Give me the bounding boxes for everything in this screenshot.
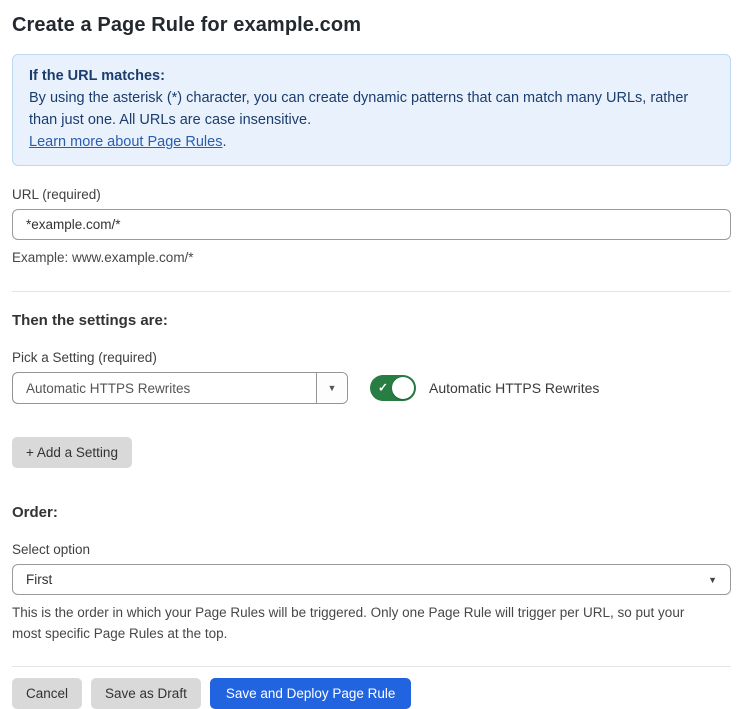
footer-divider — [12, 666, 731, 667]
order-helper-text: This is the order in which your Page Rul… — [12, 605, 685, 641]
setting-select-value: Automatic HTTPS Rewrites — [26, 380, 191, 396]
settings-section-heading: Then the settings are: — [12, 312, 168, 329]
save-as-draft-button[interactable]: Save as Draft — [91, 678, 201, 709]
https-rewrites-toggle[interactable]: ✓ — [370, 375, 416, 401]
info-box-heading: If the URL matches: — [29, 68, 165, 84]
cancel-button[interactable]: Cancel — [12, 678, 83, 709]
info-box-link-line: Learn more about Page Rules. — [29, 131, 714, 153]
setting-select-arrow-button[interactable]: ▼ — [316, 373, 347, 403]
save-and-deploy-button[interactable]: Save and Deploy Page Rule — [209, 678, 412, 709]
chevron-down-icon: ▼ — [327, 383, 337, 393]
toggle-label: Automatic HTTPS Rewrites — [429, 380, 600, 396]
order-select-value: First — [26, 572, 53, 587]
section-divider — [12, 291, 731, 292]
check-icon: ✓ — [378, 380, 389, 395]
setting-row: Automatic HTTPS Rewrites ▼ ✓ Automatic H… — [12, 372, 731, 404]
url-matches-info-box: If the URL matches: By using the asteris… — [12, 54, 731, 166]
toggle-knob — [392, 377, 414, 399]
order-section-heading: Order: — [12, 504, 58, 521]
add-setting-button[interactable]: + Add a Setting — [12, 437, 132, 468]
pick-setting-label: Pick a Setting (required) — [12, 350, 157, 365]
order-select-label: Select option — [12, 542, 91, 557]
url-example-helper: Example: www.example.com/* — [12, 250, 194, 265]
link-suffix: . — [222, 134, 227, 150]
setting-select[interactable]: Automatic HTTPS Rewrites ▼ — [12, 372, 348, 404]
page-title: Create a Page Rule for example.com — [12, 14, 362, 36]
page-rule-form: Create a Page Rule for example.com If th… — [0, 0, 743, 709]
order-select[interactable]: First ▼ — [12, 564, 731, 595]
learn-more-link[interactable]: Learn more about Page Rules — [29, 134, 222, 150]
info-box-body: By using the asterisk (*) character, you… — [29, 90, 689, 128]
url-input[interactable] — [12, 209, 731, 240]
footer-actions: Cancel Save as Draft Save and Deploy Pag… — [12, 678, 731, 709]
url-field-label: URL (required) — [12, 187, 101, 202]
chevron-down-icon: ▼ — [708, 574, 717, 585]
